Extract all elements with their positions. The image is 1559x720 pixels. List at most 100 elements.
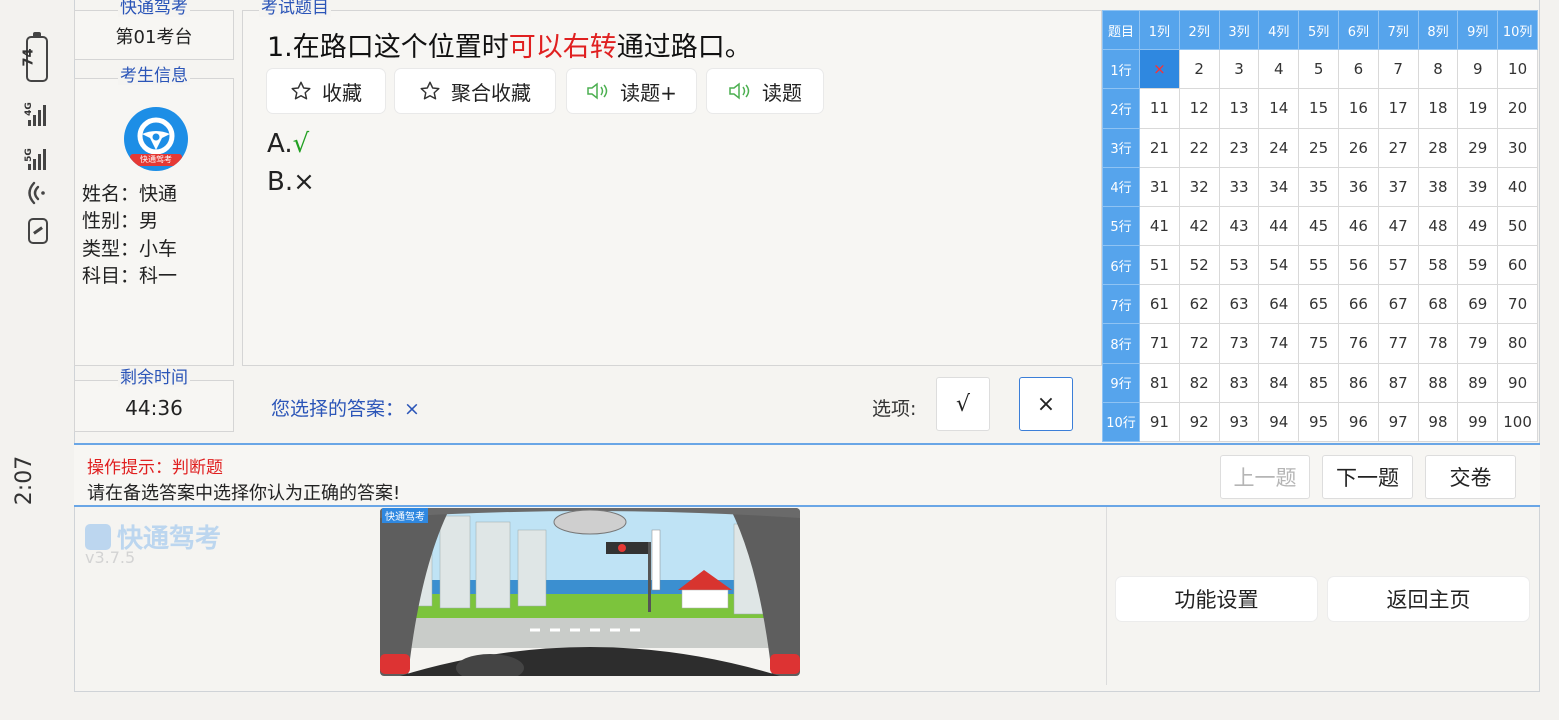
favorite-button[interactable]: 收藏 xyxy=(267,69,385,113)
grid-cell[interactable]: 40 xyxy=(1497,166,1538,207)
grid-cell[interactable]: 61 xyxy=(1139,284,1180,325)
grid-cell[interactable]: 82 xyxy=(1178,362,1220,403)
grid-cell[interactable]: 94 xyxy=(1258,401,1300,443)
grid-cell[interactable]: 41 xyxy=(1139,205,1180,247)
prev-question-button[interactable]: 上一题 xyxy=(1220,455,1310,499)
grid-cell[interactable]: 69 xyxy=(1457,284,1499,325)
grid-cell[interactable]: 85 xyxy=(1298,362,1339,403)
grid-cell[interactable]: 11 xyxy=(1139,88,1180,129)
grid-cell[interactable]: 10 xyxy=(1497,49,1538,90)
option-b[interactable]: B.× xyxy=(267,167,315,197)
grid-cell[interactable]: 86 xyxy=(1337,362,1379,403)
grid-cell[interactable]: 65 xyxy=(1298,284,1339,325)
grid-cell[interactable]: 73 xyxy=(1218,323,1260,364)
grid-cell[interactable]: 57 xyxy=(1377,245,1419,286)
grid-cell-current[interactable]: × xyxy=(1139,49,1180,90)
grid-cell[interactable]: 23 xyxy=(1218,127,1260,168)
submit-exam-button[interactable]: 交卷 xyxy=(1425,455,1516,499)
grid-cell[interactable]: 79 xyxy=(1457,323,1499,364)
grid-cell[interactable]: 43 xyxy=(1218,205,1260,247)
grid-cell[interactable]: 42 xyxy=(1178,205,1220,247)
grid-cell[interactable]: 17 xyxy=(1377,88,1419,129)
grid-cell[interactable]: 53 xyxy=(1218,245,1260,286)
grid-cell[interactable]: 84 xyxy=(1258,362,1300,403)
grid-cell[interactable]: 91 xyxy=(1139,401,1180,443)
grid-cell[interactable]: 100 xyxy=(1497,401,1538,443)
grid-cell[interactable]: 25 xyxy=(1298,127,1339,168)
grid-cell[interactable]: 5 xyxy=(1298,49,1339,90)
next-question-button[interactable]: 下一题 xyxy=(1322,455,1413,499)
home-button[interactable]: 返回主页 xyxy=(1328,577,1529,621)
settings-button[interactable]: 功能设置 xyxy=(1116,577,1317,621)
grid-cell[interactable]: 54 xyxy=(1258,245,1300,286)
grid-cell[interactable]: 52 xyxy=(1178,245,1220,286)
grid-cell[interactable]: 87 xyxy=(1377,362,1419,403)
grid-cell[interactable]: 48 xyxy=(1417,205,1459,247)
grid-cell[interactable]: 24 xyxy=(1258,127,1300,168)
grid-cell[interactable]: 93 xyxy=(1218,401,1260,443)
grid-cell[interactable]: 96 xyxy=(1337,401,1379,443)
grid-cell[interactable]: 9 xyxy=(1457,49,1499,90)
grid-cell[interactable]: 2 xyxy=(1178,49,1220,90)
grid-cell[interactable]: 34 xyxy=(1258,166,1300,207)
aggregate-favorite-button[interactable]: 聚合收藏 xyxy=(395,69,555,113)
grid-cell[interactable]: 76 xyxy=(1337,323,1379,364)
read-button[interactable]: 读题 xyxy=(707,69,823,113)
grid-cell[interactable]: 50 xyxy=(1497,205,1538,247)
grid-cell[interactable]: 98 xyxy=(1417,401,1459,443)
grid-cell[interactable]: 58 xyxy=(1417,245,1459,286)
grid-cell[interactable]: 44 xyxy=(1258,205,1300,247)
grid-cell[interactable]: 64 xyxy=(1258,284,1300,325)
option-a[interactable]: A.√ xyxy=(267,129,309,159)
grid-cell[interactable]: 99 xyxy=(1457,401,1499,443)
grid-cell[interactable]: 4 xyxy=(1258,49,1300,90)
grid-cell[interactable]: 30 xyxy=(1497,127,1538,168)
grid-cell[interactable]: 71 xyxy=(1139,323,1180,364)
grid-cell[interactable]: 31 xyxy=(1139,166,1180,207)
grid-cell[interactable]: 35 xyxy=(1298,166,1339,207)
grid-cell[interactable]: 13 xyxy=(1218,88,1260,129)
grid-cell[interactable]: 26 xyxy=(1337,127,1379,168)
grid-cell[interactable]: 20 xyxy=(1497,88,1538,129)
grid-cell[interactable]: 27 xyxy=(1377,127,1419,168)
grid-cell[interactable]: 39 xyxy=(1457,166,1499,207)
grid-cell[interactable]: 28 xyxy=(1417,127,1459,168)
grid-cell[interactable]: 37 xyxy=(1377,166,1419,207)
grid-cell[interactable]: 63 xyxy=(1218,284,1260,325)
grid-cell[interactable]: 62 xyxy=(1178,284,1220,325)
choice-false-button[interactable]: × xyxy=(1019,377,1073,431)
grid-cell[interactable]: 22 xyxy=(1178,127,1220,168)
grid-cell[interactable]: 95 xyxy=(1298,401,1339,443)
grid-cell[interactable]: 15 xyxy=(1298,88,1339,129)
grid-cell[interactable]: 89 xyxy=(1457,362,1499,403)
grid-cell[interactable]: 75 xyxy=(1298,323,1339,364)
grid-cell[interactable]: 29 xyxy=(1457,127,1499,168)
grid-cell[interactable]: 33 xyxy=(1218,166,1260,207)
grid-cell[interactable]: 21 xyxy=(1139,127,1180,168)
grid-cell[interactable]: 18 xyxy=(1417,88,1459,129)
grid-cell[interactable]: 6 xyxy=(1337,49,1379,90)
grid-cell[interactable]: 77 xyxy=(1377,323,1419,364)
grid-cell[interactable]: 47 xyxy=(1377,205,1419,247)
grid-cell[interactable]: 67 xyxy=(1377,284,1419,325)
grid-cell[interactable]: 19 xyxy=(1457,88,1499,129)
grid-cell[interactable]: 83 xyxy=(1218,362,1260,403)
grid-cell[interactable]: 7 xyxy=(1377,49,1419,90)
grid-cell[interactable]: 59 xyxy=(1457,245,1499,286)
grid-cell[interactable]: 36 xyxy=(1337,166,1379,207)
grid-cell[interactable]: 81 xyxy=(1139,362,1180,403)
grid-cell[interactable]: 72 xyxy=(1178,323,1220,364)
grid-cell[interactable]: 8 xyxy=(1417,49,1459,90)
grid-cell[interactable]: 49 xyxy=(1457,205,1499,247)
grid-cell[interactable]: 92 xyxy=(1178,401,1220,443)
grid-cell[interactable]: 3 xyxy=(1218,49,1260,90)
grid-cell[interactable]: 16 xyxy=(1337,88,1379,129)
grid-cell[interactable]: 90 xyxy=(1497,362,1538,403)
grid-cell[interactable]: 80 xyxy=(1497,323,1538,364)
choice-true-button[interactable]: √ xyxy=(936,377,990,431)
grid-cell[interactable]: 14 xyxy=(1258,88,1300,129)
grid-cell[interactable]: 32 xyxy=(1178,166,1220,207)
grid-cell[interactable]: 38 xyxy=(1417,166,1459,207)
grid-cell[interactable]: 12 xyxy=(1178,88,1220,129)
grid-cell[interactable]: 45 xyxy=(1298,205,1339,247)
